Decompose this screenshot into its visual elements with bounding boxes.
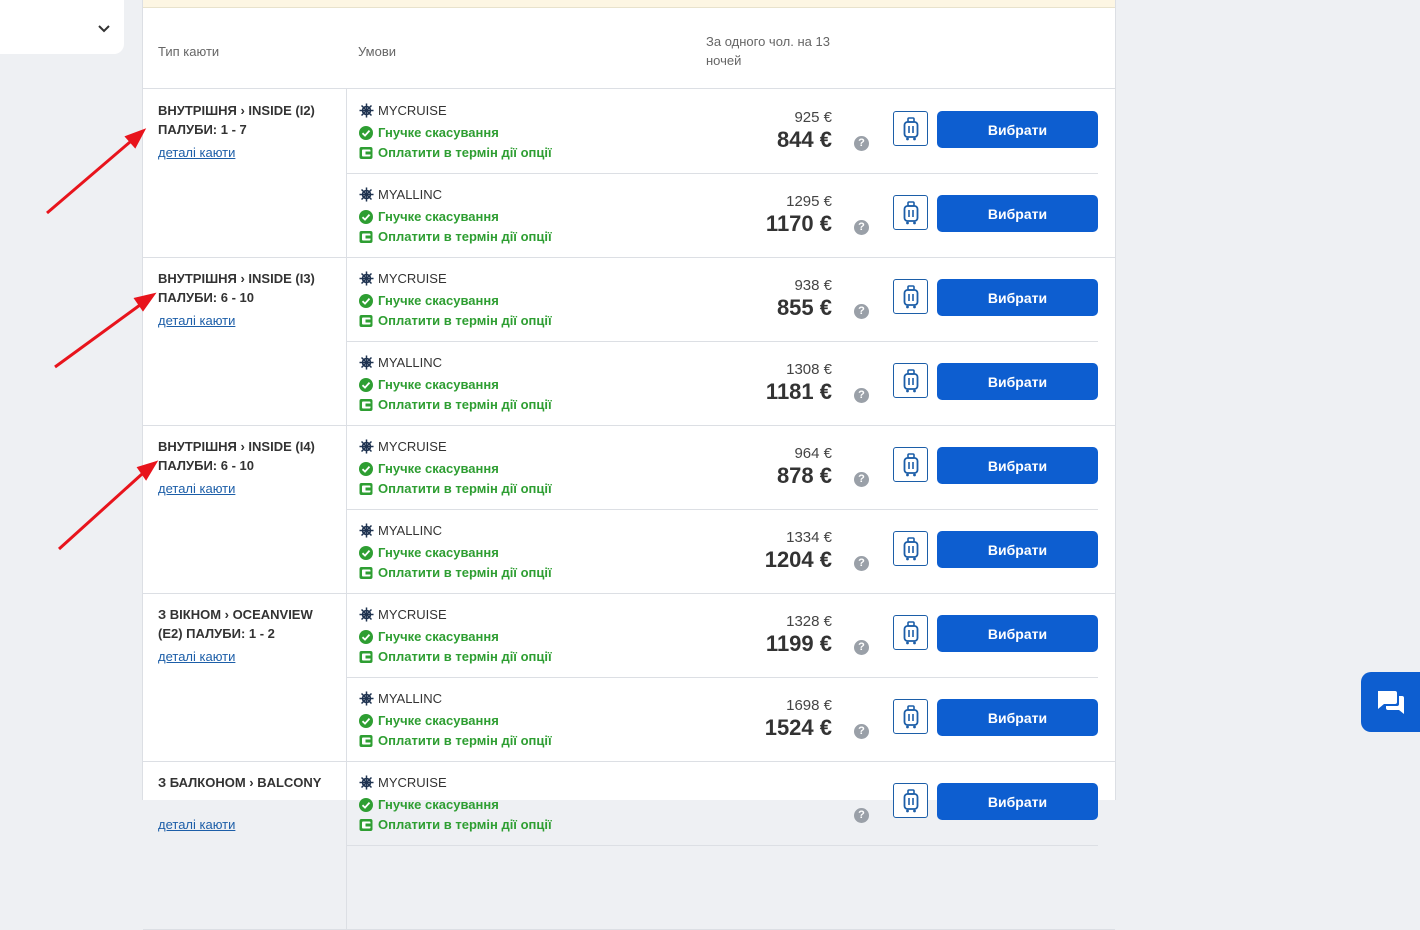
flexible-cancel-label: Гнучке скасування — [359, 797, 499, 812]
cabin-group: З балконом › BALCONY деталі каюти MYCRUISE… — [143, 761, 1115, 930]
wallet-icon — [359, 818, 373, 831]
annotation-arrow — [54, 303, 141, 369]
pay-in-term-label: Оплатити в термін дії опції — [359, 817, 552, 832]
suitcase-icon — [903, 788, 918, 812]
annotation-arrow — [46, 140, 131, 215]
chat-button[interactable] — [1361, 672, 1420, 732]
price-help-icon[interactable]: ? — [854, 808, 869, 823]
cabin-info: З балконом › BALCONY деталі каюти — [143, 761, 347, 929]
cabin-details-link[interactable]: деталі каюти — [158, 817, 235, 832]
luggage-button[interactable] — [893, 783, 928, 818]
chat-icon — [1377, 691, 1404, 714]
check-circle-icon — [359, 797, 373, 812]
annotation-arrows — [46, 128, 159, 551]
annotation-arrow — [57, 472, 144, 551]
select-button[interactable]: Вибрати — [937, 783, 1098, 820]
